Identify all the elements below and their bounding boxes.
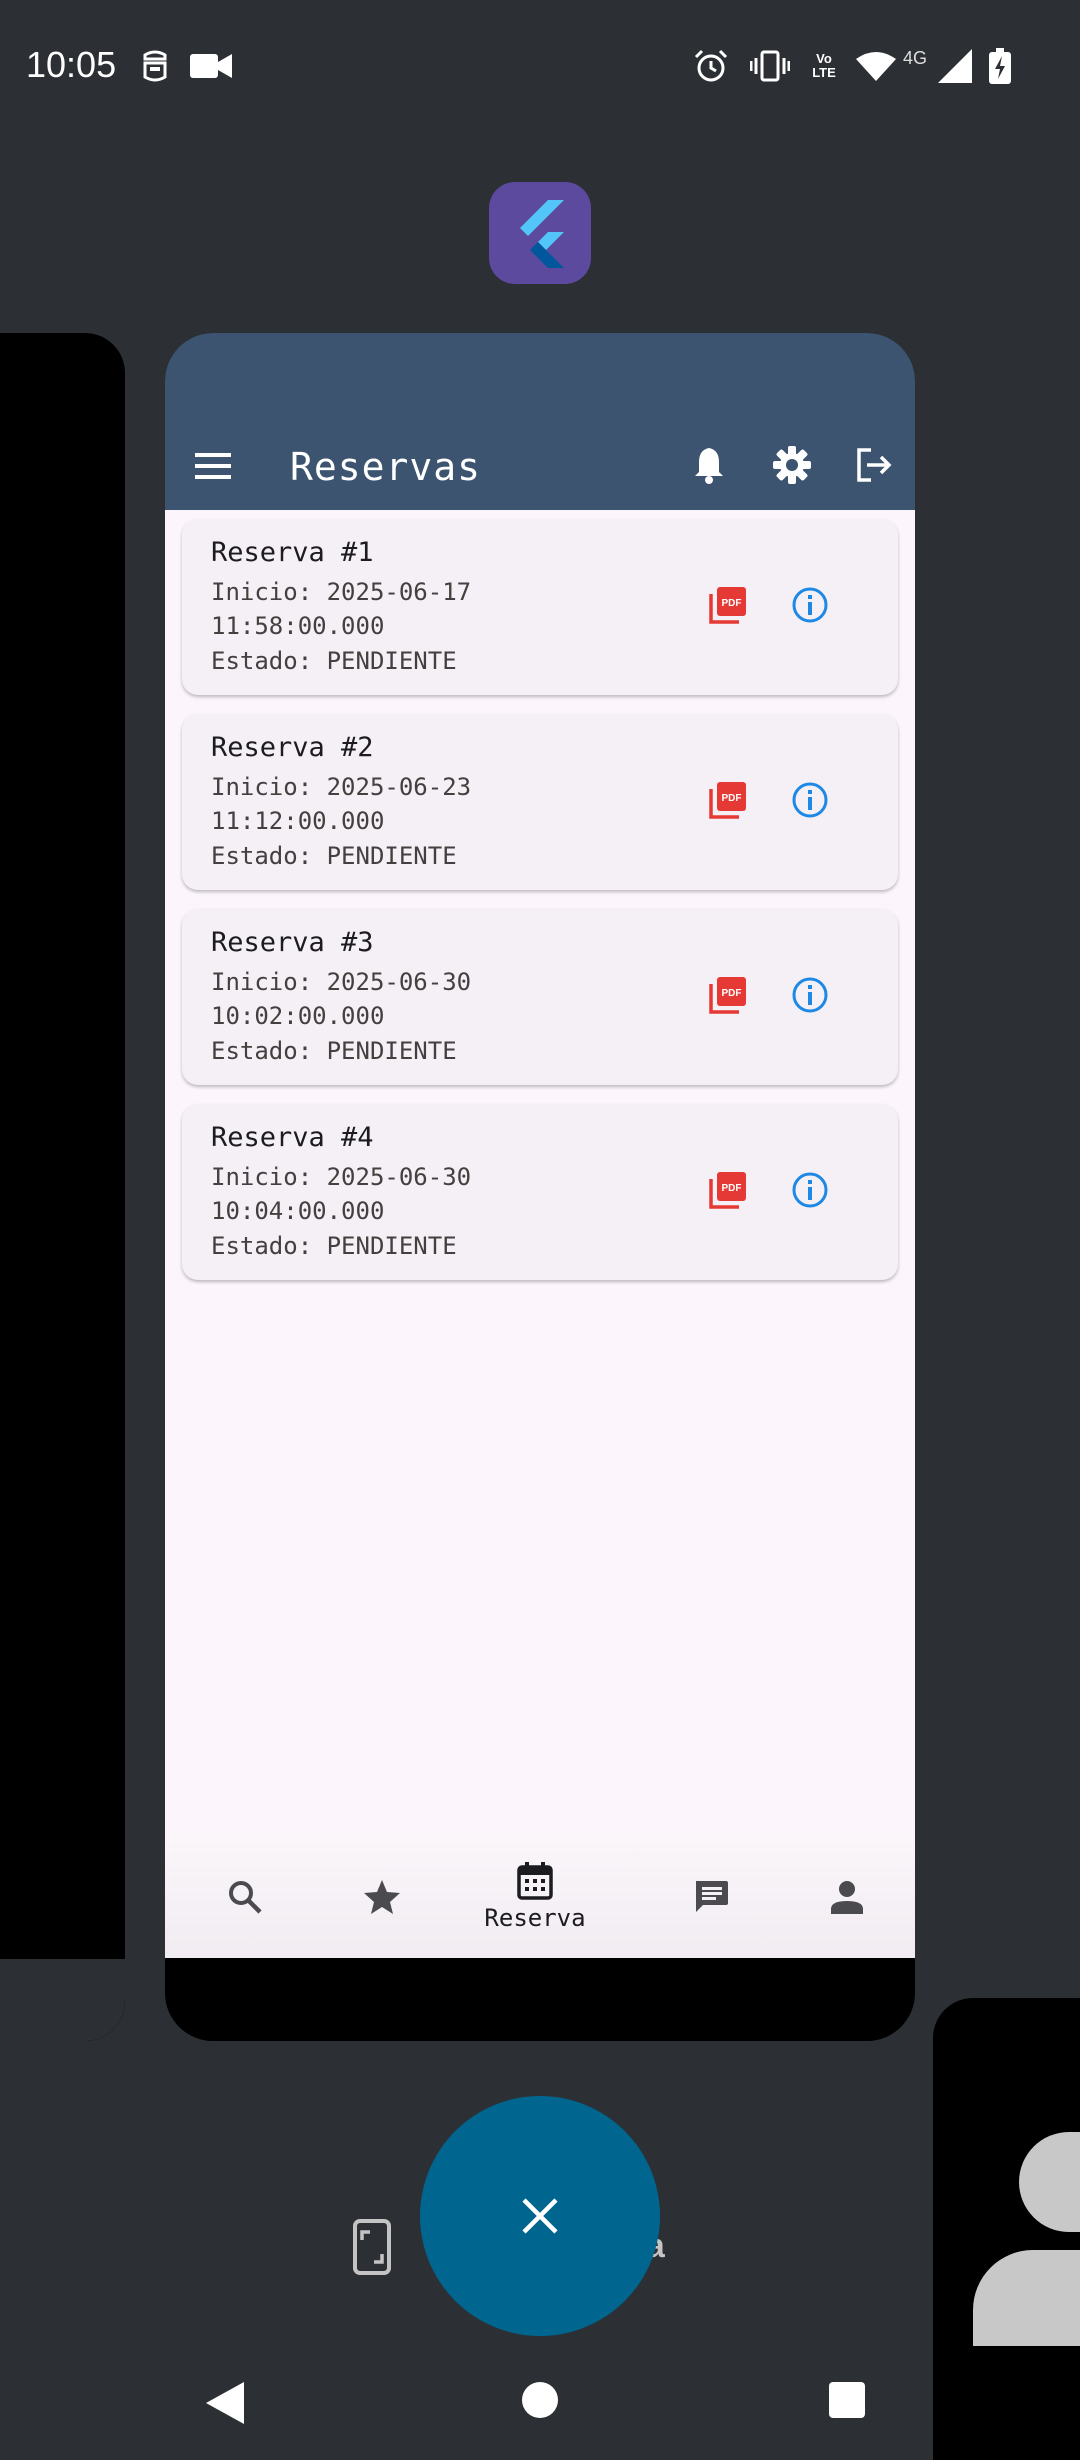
status-bar: 10:05 Vo LTE 4G	[0, 0, 1080, 132]
nav-favorites[interactable]	[342, 1835, 422, 1958]
search-icon	[229, 1880, 262, 1914]
recents-icon[interactable]	[829, 2382, 865, 2418]
back-icon[interactable]	[206, 2382, 244, 2429]
screenshot-icon	[352, 2218, 392, 2281]
reservation-title: Reserva #3	[211, 927, 374, 958]
pdf-icon[interactable]: PDF	[708, 1170, 748, 1210]
reservation-card[interactable]: Reserva #1 Inicio: 2025-06-17 11:58:00.0…	[182, 519, 898, 695]
reservation-card[interactable]: Reserva #4 Inicio: 2025-06-30 10:04:00.0…	[182, 1104, 898, 1280]
avatar-body	[973, 2250, 1080, 2346]
status-time: 10:05	[26, 44, 117, 85]
app-preview-card[interactable]: Reservas Reserva #1 Inicio: 2025-06-17 1…	[165, 333, 915, 2041]
calendar-icon	[517, 1861, 553, 1900]
home-icon[interactable]	[522, 2382, 558, 2418]
nav-label: Reserva	[484, 1903, 586, 1932]
previous-app-card[interactable]	[0, 333, 125, 2041]
pdf-icon[interactable]: PDF	[708, 975, 748, 1015]
bell-icon[interactable]	[683, 439, 735, 491]
nav-search[interactable]	[205, 1835, 285, 1958]
page-title: Reservas	[290, 445, 482, 489]
reservation-card[interactable]: Reserva #3 Inicio: 2025-06-30 10:02:00.0…	[182, 909, 898, 1085]
reservation-list: Reserva #1 Inicio: 2025-06-17 11:58:00.0…	[165, 510, 915, 1858]
reservation-start: Inicio: 2025-06-23	[211, 773, 472, 801]
reservation-status: Estado: PENDIENTE	[211, 842, 457, 870]
reservation-time: 10:04:00.000	[211, 1197, 385, 1225]
battery-charging-icon	[988, 48, 1012, 84]
nav-profile[interactable]	[807, 1835, 887, 1958]
avatar-head	[1019, 2132, 1080, 2232]
reservation-status: Estado: PENDIENTE	[211, 647, 457, 675]
nav-messages[interactable]	[671, 1835, 751, 1958]
reservation-title: Reserva #1	[211, 537, 374, 568]
pdf-icon[interactable]: PDF	[708, 585, 748, 625]
person-icon	[831, 1880, 863, 1914]
svg-text:PDF: PDF	[722, 598, 742, 609]
signal-icon	[937, 48, 973, 84]
reservation-status: Estado: PENDIENTE	[211, 1037, 457, 1065]
nav-reserva[interactable]: Reserva	[475, 1835, 595, 1958]
vibrate-icon	[750, 48, 790, 84]
menu-icon[interactable]	[193, 446, 233, 486]
flutter-app-icon[interactable]	[489, 182, 591, 284]
reservation-time: 11:58:00.000	[211, 612, 385, 640]
volte-icon: Vo LTE	[812, 51, 836, 80]
gear-icon[interactable]	[766, 439, 818, 491]
reservation-card[interactable]: Reserva #2 Inicio: 2025-06-23 11:12:00.0…	[182, 714, 898, 890]
alarm-icon	[693, 48, 729, 84]
reservation-title: Reserva #2	[211, 732, 374, 763]
network-type-label: 4G	[902, 48, 927, 68]
star-icon	[364, 1879, 400, 1914]
info-icon[interactable]	[790, 975, 830, 1015]
authenticator-icon	[140, 48, 170, 84]
pdf-icon[interactable]: PDF	[708, 780, 748, 820]
close-button[interactable]	[420, 2096, 660, 2336]
info-icon[interactable]	[790, 585, 830, 625]
info-icon[interactable]	[790, 1170, 830, 1210]
svg-text:PDF: PDF	[722, 1183, 742, 1194]
chat-icon	[696, 1880, 728, 1912]
reservation-start: Inicio: 2025-06-30	[211, 1163, 472, 1191]
reservation-status: Estado: PENDIENTE	[211, 1232, 457, 1260]
reservation-start: Inicio: 2025-06-17	[211, 578, 472, 606]
wifi-icon	[856, 48, 896, 84]
reservation-time: 11:12:00.000	[211, 807, 385, 835]
reservation-start: Inicio: 2025-06-30	[211, 968, 472, 996]
close-icon	[522, 2198, 558, 2234]
app-bar: Reservas	[165, 333, 915, 510]
svg-text:PDF: PDF	[722, 793, 742, 804]
logout-icon[interactable]	[848, 439, 900, 491]
info-icon[interactable]	[790, 780, 830, 820]
video-camera-icon	[190, 48, 232, 84]
system-navigation-bar	[0, 2360, 1080, 2460]
svg-text:PDF: PDF	[722, 988, 742, 999]
bottom-navigation: Reserva	[165, 1835, 915, 1958]
reservation-time: 10:02:00.000	[211, 1002, 385, 1030]
reservation-title: Reserva #4	[211, 1122, 374, 1153]
